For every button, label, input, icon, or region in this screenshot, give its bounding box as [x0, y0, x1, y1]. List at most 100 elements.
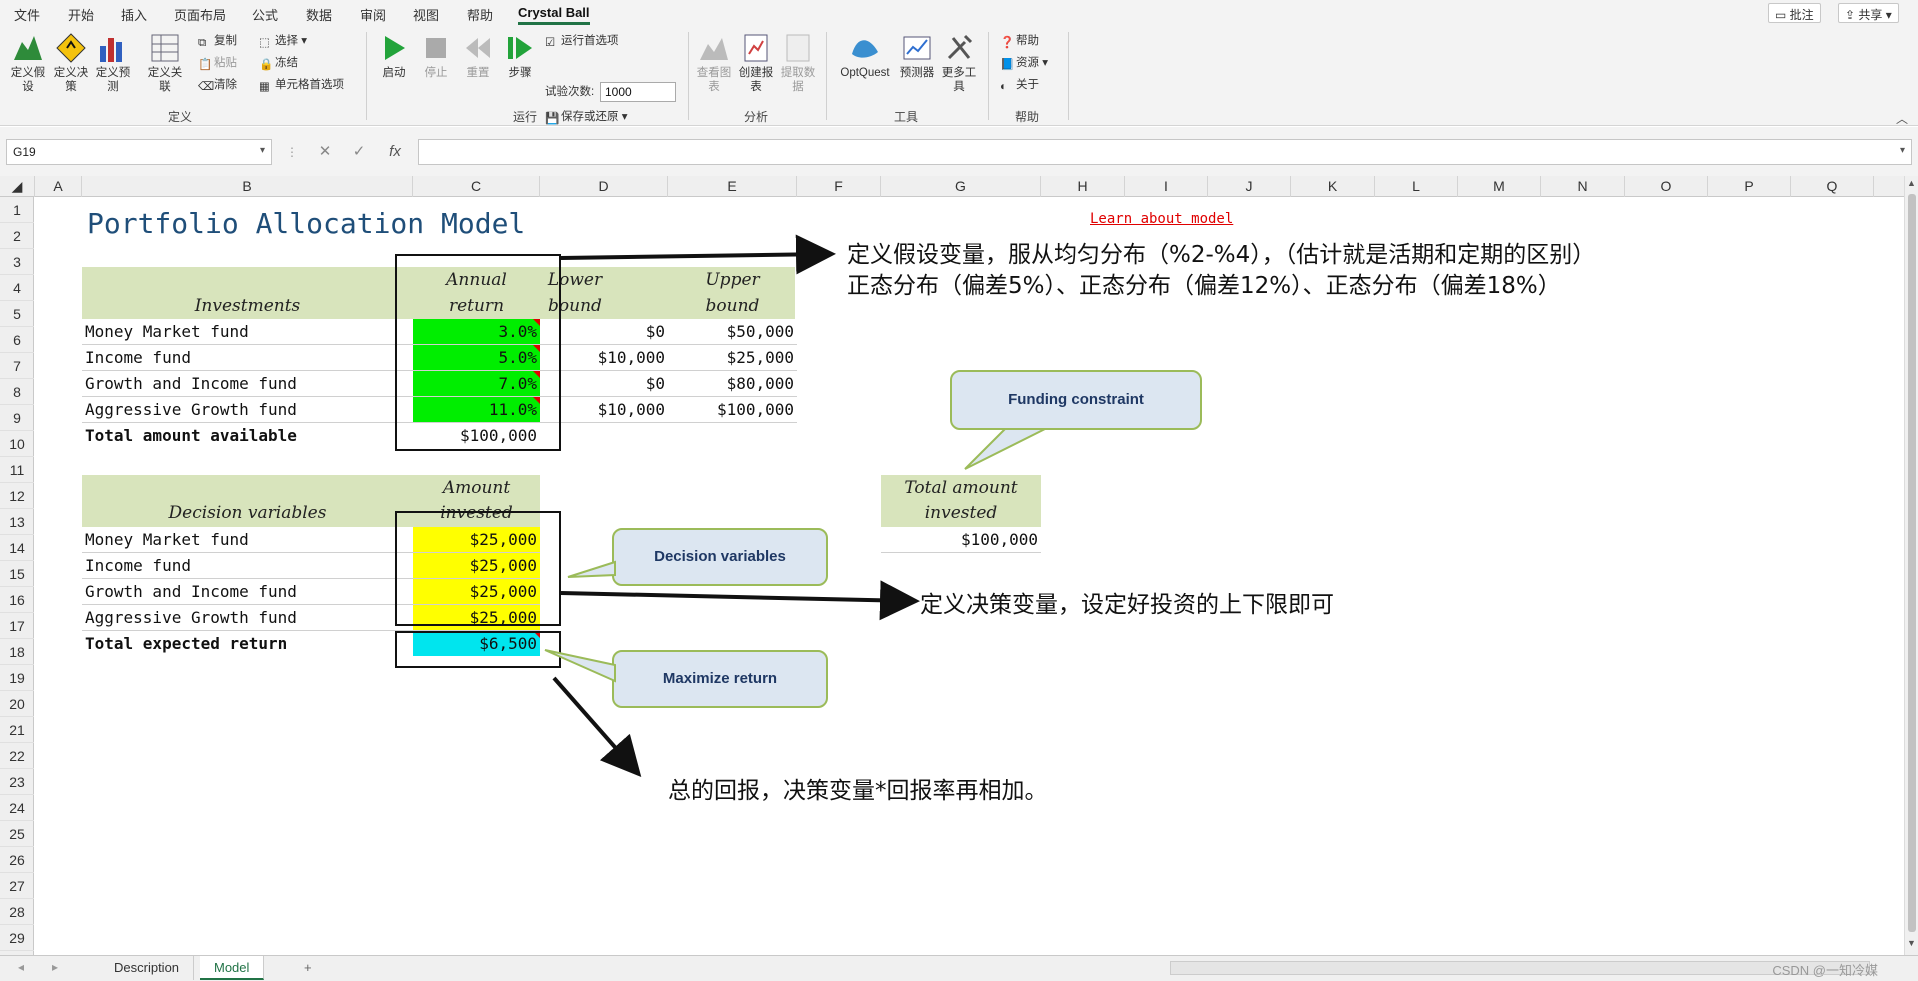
col-header-e[interactable]: E	[668, 176, 797, 197]
row-header[interactable]: 26	[0, 847, 34, 873]
create-report-button[interactable]: 创建报表	[736, 32, 776, 94]
row-header[interactable]: 6	[0, 327, 34, 353]
row-header[interactable]: 25	[0, 821, 34, 847]
row-header[interactable]: 28	[0, 899, 34, 925]
step-button[interactable]: 步骤	[500, 32, 540, 80]
row-header[interactable]: 13	[0, 509, 34, 535]
collapse-ribbon-icon[interactable]: ︿	[1896, 110, 1908, 127]
tab-page-layout[interactable]: 页面布局	[174, 5, 226, 24]
col-header-p[interactable]: P	[1708, 176, 1791, 197]
row-header[interactable]: 19	[0, 665, 34, 691]
tab-scroll-left-icon[interactable]: ◂	[18, 960, 24, 974]
row-header[interactable]: 5	[0, 301, 34, 327]
enter-icon[interactable]: ✓	[344, 139, 374, 165]
row-header[interactable]: 16	[0, 587, 34, 613]
cell-prefs-button[interactable]: ▦ 单元格首选项	[259, 76, 344, 94]
extract-data-button[interactable]: 提取数据	[778, 32, 818, 94]
tab-review[interactable]: 审阅	[360, 5, 386, 24]
row-header[interactable]: 10	[0, 431, 34, 457]
col-header-a[interactable]: A	[35, 176, 82, 197]
col-header-m[interactable]: M	[1458, 176, 1541, 197]
col-header-b[interactable]: B	[82, 176, 413, 197]
col-header-f[interactable]: F	[797, 176, 881, 197]
select-all-corner[interactable]: ◢	[0, 176, 35, 197]
select-button[interactable]: ⬚ 选择 ▾	[259, 32, 307, 50]
start-button[interactable]: 启动	[374, 32, 414, 80]
col-header-g[interactable]: G	[881, 176, 1041, 197]
scroll-up-icon[interactable]: ▲	[1907, 178, 1916, 188]
row-header[interactable]: 18	[0, 639, 34, 665]
sheet-tab-model[interactable]: Model	[200, 956, 265, 980]
define-correlation-button[interactable]: 定义关联	[145, 32, 185, 94]
reset-button[interactable]: 重置	[458, 32, 498, 80]
about-button[interactable]: ◐ 关于	[1000, 76, 1039, 94]
col-header-n[interactable]: N	[1541, 176, 1625, 197]
add-sheet-button[interactable]: +	[290, 956, 326, 980]
row-header[interactable]: 7	[0, 353, 34, 379]
horizontal-scrollbar[interactable]	[1170, 961, 1870, 975]
trials-input[interactable]	[600, 82, 676, 102]
scroll-thumb[interactable]	[1908, 194, 1916, 932]
tab-insert[interactable]: 插入	[121, 5, 147, 24]
col-header-j[interactable]: J	[1208, 176, 1291, 197]
vertical-scrollbar[interactable]: ▲ ▼	[1904, 176, 1918, 955]
clear-button[interactable]: ⌫清除	[198, 76, 237, 94]
col-header-d[interactable]: D	[540, 176, 668, 197]
resources-button[interactable]: 📘 资源 ▾	[1000, 54, 1048, 72]
sheet-tab-description[interactable]: Description	[100, 956, 195, 980]
row-header[interactable]: 14	[0, 535, 34, 561]
row-header[interactable]: 24	[0, 795, 34, 821]
worksheet-grid[interactable]: Portfolio Allocation Model Learn about m…	[35, 197, 1904, 955]
tab-crystal-ball[interactable]: Crystal Ball	[518, 5, 590, 25]
row-header[interactable]: 20	[0, 691, 34, 717]
help-button[interactable]: ❓ 帮助	[1000, 32, 1039, 50]
freeze-button[interactable]: 🔒 冻结	[259, 54, 298, 72]
row-header[interactable]: 2	[0, 223, 34, 249]
insert-function-button[interactable]: fx	[380, 139, 410, 165]
row-header[interactable]: 15	[0, 561, 34, 587]
tab-file[interactable]: 文件	[14, 5, 40, 24]
row-header[interactable]: 29	[0, 925, 34, 951]
predictor-button[interactable]: 预测器	[897, 32, 937, 80]
tab-home[interactable]: 开始	[68, 5, 94, 24]
row-header[interactable]: 11	[0, 457, 34, 483]
row-header[interactable]: 4	[0, 275, 34, 301]
tab-help[interactable]: 帮助	[467, 5, 493, 24]
tab-data[interactable]: 数据	[306, 5, 332, 24]
row-header[interactable]: 3	[0, 249, 34, 275]
view-charts-button[interactable]: 查看图表	[694, 32, 734, 94]
row-header[interactable]: 12	[0, 483, 34, 509]
stop-button[interactable]: 停止	[416, 32, 456, 80]
scroll-down-icon[interactable]: ▼	[1907, 938, 1916, 948]
run-prefs-button[interactable]: ☑ 运行首选项	[545, 32, 619, 50]
comments-button[interactable]: ▭ 批注	[1768, 3, 1821, 23]
paste-button[interactable]: 📋 粘贴	[198, 54, 237, 72]
col-header-i[interactable]: I	[1125, 176, 1208, 197]
define-assumption-button[interactable]: 定义假设	[8, 32, 48, 94]
row-header[interactable]: 17	[0, 613, 34, 639]
col-header-l[interactable]: L	[1375, 176, 1458, 197]
optquest-button[interactable]: OptQuest	[836, 32, 894, 80]
row-header[interactable]: 27	[0, 873, 34, 899]
define-forecast-button[interactable]: 定义预测	[93, 32, 133, 94]
more-tools-button[interactable]: 更多工具	[939, 32, 979, 94]
row-header[interactable]: 23	[0, 769, 34, 795]
col-header-q[interactable]: Q	[1791, 176, 1874, 197]
tab-formulas[interactable]: 公式	[252, 5, 278, 24]
col-header-k[interactable]: K	[1291, 176, 1375, 197]
tab-view[interactable]: 视图	[413, 5, 439, 24]
save-restore-button[interactable]: 💾 保存或还原 ▾	[545, 108, 627, 126]
share-button[interactable]: ⇪ 共享 ▾	[1838, 3, 1899, 23]
define-decision-button[interactable]: 定义决策	[51, 32, 91, 94]
row-header[interactable]: 21	[0, 717, 34, 743]
formula-input[interactable]: ▾	[418, 139, 1912, 165]
col-header-o[interactable]: O	[1625, 176, 1708, 197]
copy-button[interactable]: ⧉ 复制	[198, 32, 237, 50]
cancel-icon[interactable]: ✕	[310, 139, 340, 165]
row-header[interactable]: 22	[0, 743, 34, 769]
name-box[interactable]: G19 ▾	[6, 139, 272, 165]
row-header[interactable]: 8	[0, 379, 34, 405]
row-header[interactable]: 1	[0, 197, 34, 223]
row-header[interactable]: 9	[0, 405, 34, 431]
tab-scroll-right-icon[interactable]: ▸	[52, 960, 58, 974]
